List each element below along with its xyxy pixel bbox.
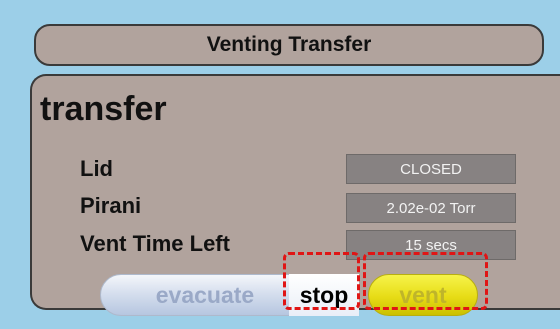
pirani-label: Pirani (80, 193, 142, 218)
transfer-panel: transfer Lid CLOSED Pirani 2.02e-02 Torr… (30, 74, 560, 316)
stop-button[interactable]: stop (289, 274, 359, 316)
evacuate-button[interactable]: evacuate (100, 274, 310, 316)
vent-time-left-field: 15 secs (346, 230, 516, 260)
vent-button[interactable]: vent (368, 274, 478, 316)
window-title: Venting Transfer (34, 24, 544, 66)
panel-title: transfer (40, 90, 167, 128)
vent-time-left-label: Vent Time Left (80, 231, 230, 256)
lid-status-field: CLOSED (346, 154, 516, 184)
pirani-pressure-field: 2.02e-02 Torr (346, 193, 516, 223)
lid-label: Lid (80, 156, 113, 181)
